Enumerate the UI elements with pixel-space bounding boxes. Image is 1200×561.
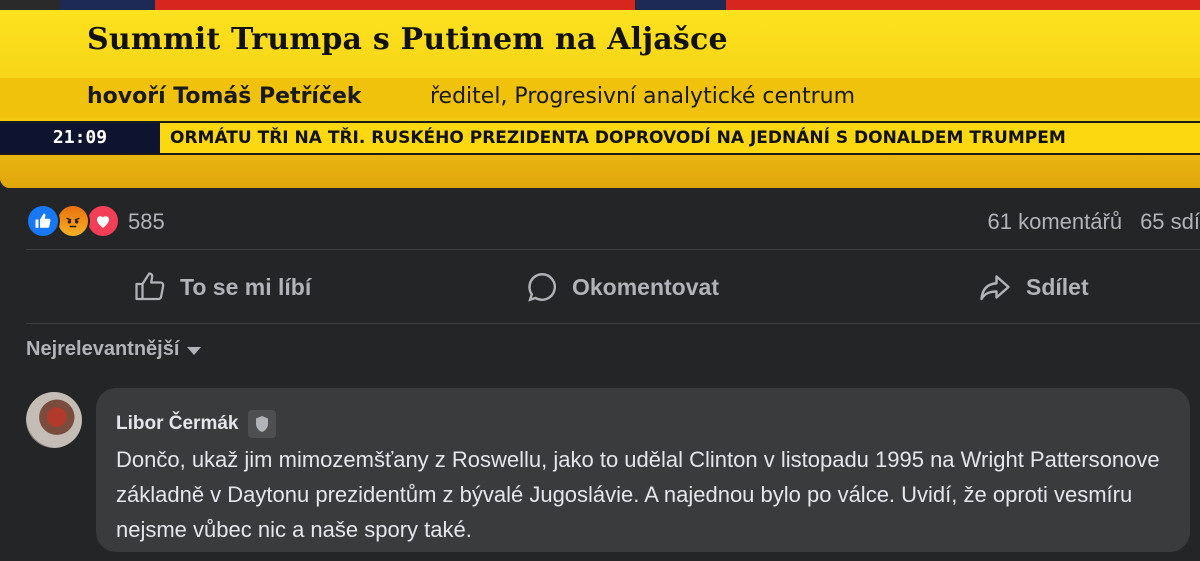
author-name: Libor Čermák xyxy=(116,413,239,434)
caret-down-icon xyxy=(187,347,202,355)
angry-icon xyxy=(56,204,90,238)
divider xyxy=(26,249,1200,250)
share-button[interactable]: Sdílet xyxy=(976,268,1089,306)
comment-label: Okomentovat xyxy=(572,273,719,300)
comment-text: Dončo, ukaž jim mimozemšťany z Roswellu,… xyxy=(116,447,1160,542)
comments-count-link[interactable]: 61 komentářů xyxy=(988,209,1123,234)
like-label: To se mi líbí xyxy=(180,273,312,300)
like-button[interactable]: To se mi líbí xyxy=(132,268,311,306)
news-ticker: 21:09 ORMÁTU TŘI NA TŘI. RUSKÉHO PREZIDE… xyxy=(0,121,1200,155)
speaker-name: hovoří Tomáš Petříček xyxy=(87,84,362,109)
speaker-role: ředitel, Progresivní analytické centrum xyxy=(430,84,856,109)
broadcast-headline: Summit Trumpa s Putinem na Aljašce xyxy=(87,22,728,57)
shares-count-link[interactable]: 65 sdí xyxy=(1140,209,1200,234)
live-tag xyxy=(60,0,155,10)
reaction-count: 585 xyxy=(128,209,165,234)
comment-button[interactable]: Okomentovat xyxy=(524,268,719,306)
like-icon xyxy=(26,204,60,238)
shield-badge-icon xyxy=(248,410,277,438)
ticker-text: ORMÁTU TŘI NA TŘI. RUSKÉHO PREZIDENTA DO… xyxy=(170,128,1066,148)
sort-label: Nejrelevantnější xyxy=(26,338,180,360)
location-tag xyxy=(726,0,1200,10)
share-label: Sdílet xyxy=(1026,273,1089,300)
broadcast-top-strip xyxy=(0,0,1200,10)
divider xyxy=(26,323,1200,324)
avatar[interactable] xyxy=(26,392,82,448)
love-icon xyxy=(86,204,120,238)
share-icon xyxy=(980,275,1010,301)
comment-icon xyxy=(528,273,557,302)
post-stats: 61 komentářů 65 sdí xyxy=(970,209,1200,235)
location-tag xyxy=(155,0,635,10)
video-frame[interactable]: Summit Trumpa s Putinem na Aljašce hovoř… xyxy=(0,0,1200,188)
live-tag xyxy=(636,0,726,10)
ticker-clock: 21:09 xyxy=(0,123,160,153)
thumbs-up-icon xyxy=(135,272,165,301)
comment-author[interactable]: Libor Čermák xyxy=(116,410,277,438)
comment-sort-dropdown[interactable]: Nejrelevantnější xyxy=(26,338,202,361)
broadcast-bottom-band xyxy=(0,155,1200,188)
